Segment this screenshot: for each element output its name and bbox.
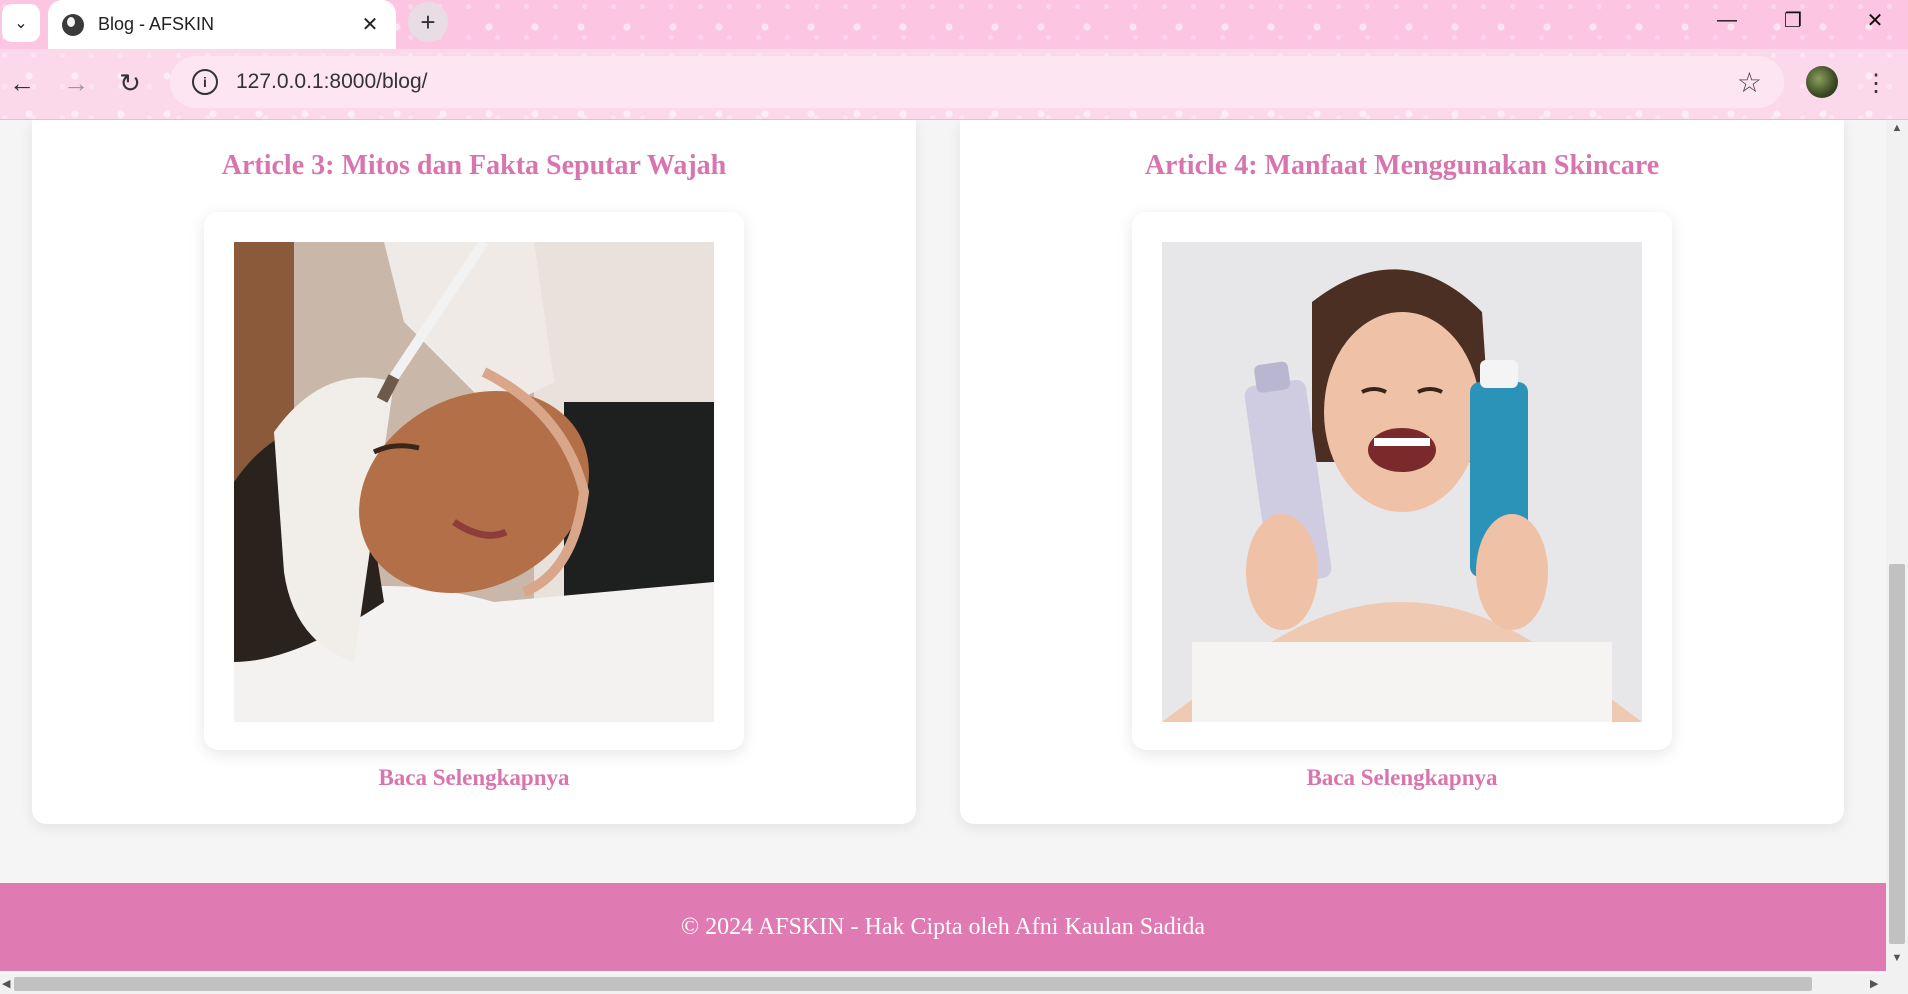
- tab-strip: ⌄ Blog - AFSKIN ✕ + — ❐ ✕: [0, 0, 1908, 49]
- vertical-scroll-thumb[interactable]: [1889, 564, 1905, 944]
- read-more-link[interactable]: Baca Selengkapnya: [960, 765, 1844, 791]
- horizontal-scrollbar[interactable]: ◀ ▶: [0, 974, 1908, 994]
- forward-button[interactable]: →: [56, 63, 96, 103]
- scroll-right-arrow-icon[interactable]: ▶: [1870, 974, 1878, 994]
- new-tab-button[interactable]: +: [408, 2, 448, 42]
- tab-search-button[interactable]: ⌄: [2, 4, 40, 42]
- scroll-up-arrow-icon[interactable]: ▲: [1886, 122, 1908, 134]
- close-window-button[interactable]: ✕: [1842, 0, 1908, 40]
- article-title[interactable]: Article 3: Mitos dan Fakta Seputar Wajah: [32, 150, 916, 182]
- read-more-link[interactable]: Baca Selengkapnya: [32, 765, 916, 791]
- page-footer: © 2024 AFSKIN - Hak Cipta oleh Afni Kaul…: [0, 883, 1886, 971]
- bookmark-star-icon[interactable]: ☆: [1737, 66, 1762, 99]
- chevron-down-icon: ⌄: [14, 15, 28, 32]
- article-image-face-mask[interactable]: [234, 242, 714, 722]
- footer-copyright: © 2024 AFSKIN - Hak Cipta oleh Afni Kaul…: [680, 913, 1206, 940]
- arrow-right-icon: →: [63, 67, 89, 98]
- minimize-icon: —: [1717, 8, 1737, 31]
- vertical-scrollbar[interactable]: ▲ ▼: [1886, 120, 1908, 974]
- article-image-skincare-bottles[interactable]: [1162, 242, 1642, 722]
- profile-avatar[interactable]: [1806, 66, 1838, 98]
- address-bar[interactable]: i 127.0.0.1:8000/blog/ ☆: [170, 56, 1784, 108]
- browser-toolbar: ← → ↻ i 127.0.0.1:8000/blog/ ☆ ⋮: [0, 49, 1908, 119]
- article-card: Article 3: Mitos dan Fakta Seputar Wajah: [32, 120, 916, 824]
- horizontal-scroll-thumb[interactable]: [14, 977, 1812, 991]
- restore-button[interactable]: ❐: [1760, 0, 1826, 40]
- kebab-icon: ⋮: [1864, 69, 1888, 97]
- globe-icon: [62, 13, 84, 36]
- site-info-icon[interactable]: i: [192, 69, 218, 95]
- image-frame: [1132, 212, 1672, 750]
- plus-icon: +: [420, 6, 436, 37]
- more-menu-button[interactable]: ⋮: [1864, 63, 1888, 103]
- close-icon[interactable]: ✕: [358, 12, 382, 37]
- tab-blog[interactable]: Blog - AFSKIN ✕: [48, 0, 396, 49]
- image-frame: [204, 212, 744, 750]
- reload-icon: ↻: [119, 67, 141, 98]
- article-card: Article 4: Manfaat Menggunakan Skincare: [960, 120, 1844, 824]
- restore-icon: ❐: [1784, 9, 1802, 32]
- back-button[interactable]: ←: [2, 63, 42, 103]
- scroll-left-arrow-icon[interactable]: ◀: [2, 974, 10, 994]
- page-viewport: Article 3: Mitos dan Fakta Seputar Wajah: [0, 120, 1886, 974]
- scroll-down-arrow-icon[interactable]: ▼: [1886, 952, 1908, 964]
- reload-button[interactable]: ↻: [110, 63, 150, 103]
- minimize-button[interactable]: —: [1694, 0, 1760, 40]
- arrow-left-icon: ←: [9, 67, 35, 98]
- tab-title: Blog - AFSKIN: [98, 14, 215, 34]
- url-text[interactable]: 127.0.0.1:8000/blog/: [236, 70, 1737, 94]
- close-icon: ✕: [1866, 9, 1884, 32]
- article-title[interactable]: Article 4: Manfaat Menggunakan Skincare: [960, 150, 1844, 182]
